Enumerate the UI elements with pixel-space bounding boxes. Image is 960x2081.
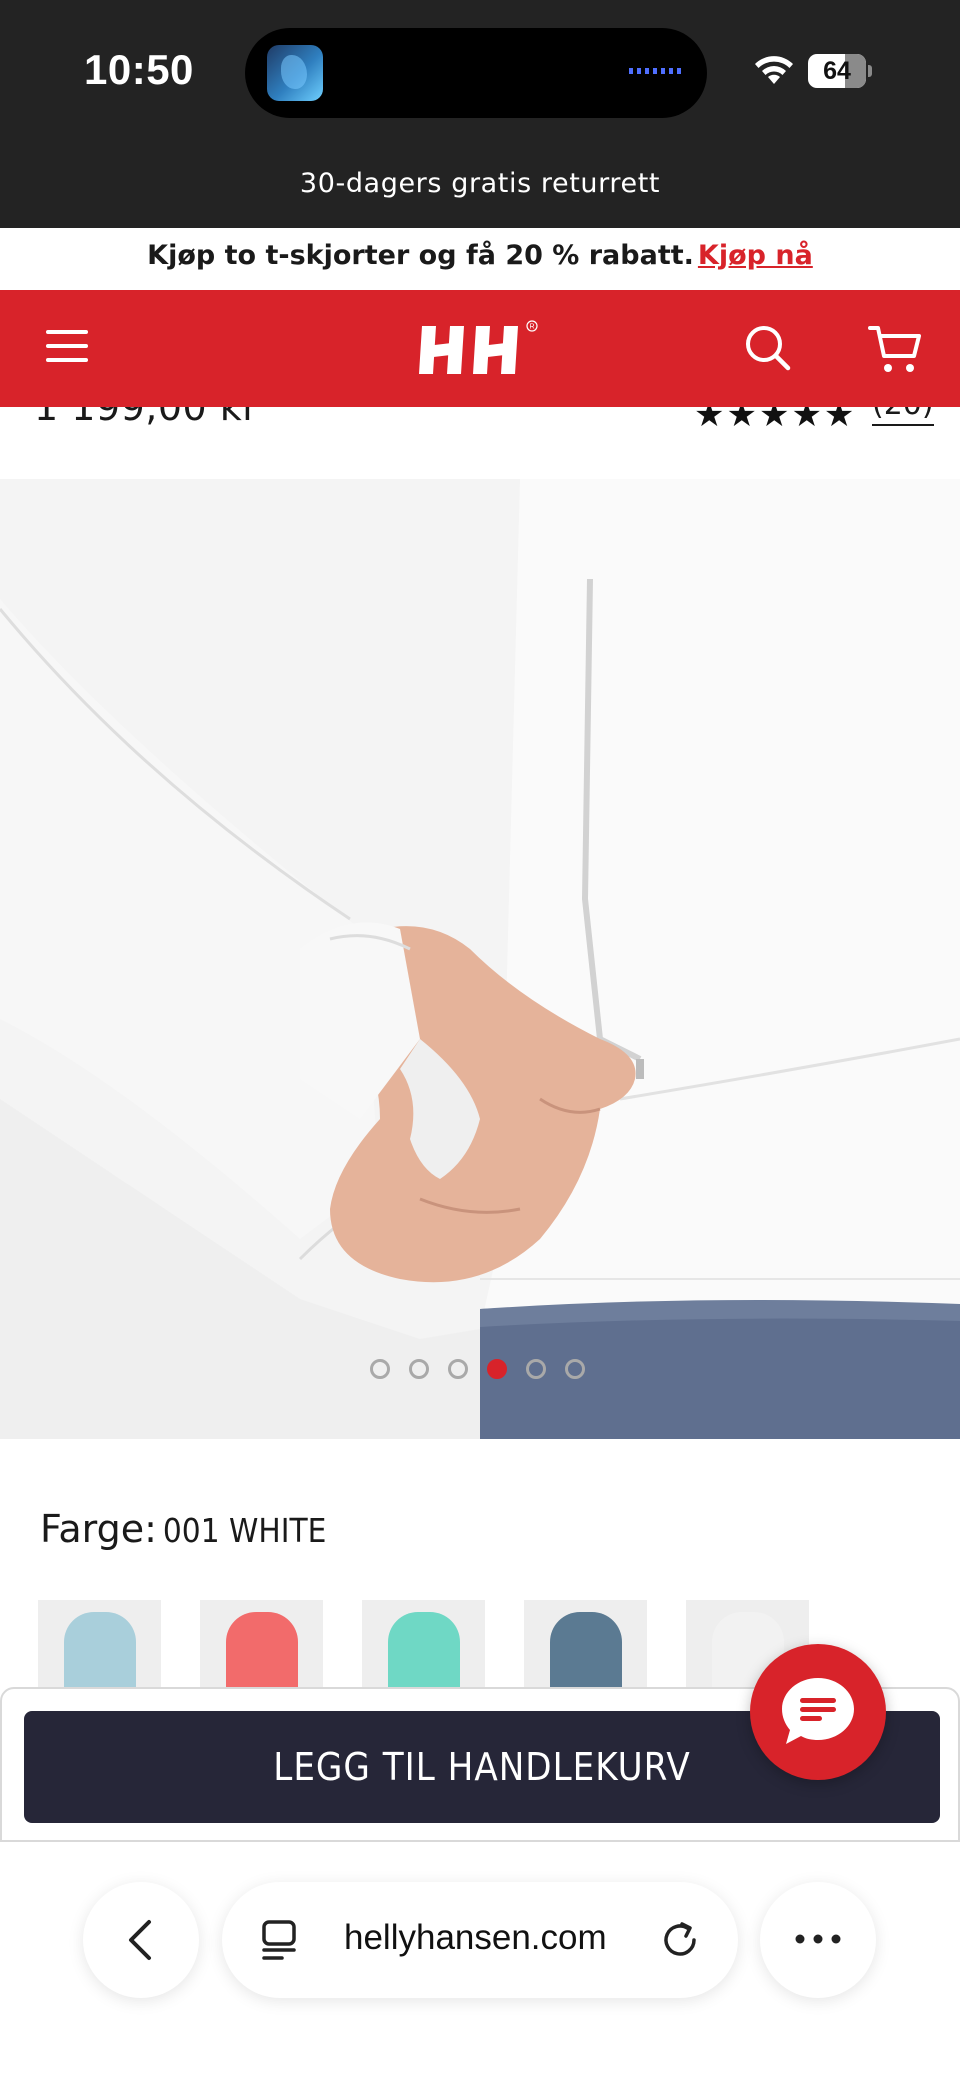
color-value: 001 WHITE <box>162 1511 327 1550</box>
browser-more-button[interactable] <box>760 1882 876 1998</box>
browser-toolbar: hellyhansen.com <box>0 1842 960 2081</box>
battery-level: 64 <box>823 57 851 85</box>
menu-icon[interactable] <box>46 326 90 370</box>
promo-text: Kjøp to t-skjorter og få 20 % rabatt. <box>147 240 694 271</box>
reload-icon[interactable] <box>658 1918 702 1962</box>
url-text: hellyhansen.com <box>344 1918 607 1957</box>
color-swatches <box>38 1600 809 1700</box>
carousel-dot[interactable] <box>565 1359 585 1379</box>
promo-link[interactable]: Kjøp nå <box>698 240 813 271</box>
chat-button[interactable] <box>750 1644 886 1780</box>
svg-text:R: R <box>529 324 534 331</box>
chat-bubble-icon <box>782 1678 854 1744</box>
carousel-dot[interactable] <box>448 1359 468 1379</box>
dynamic-island[interactable] <box>245 28 707 118</box>
chevron-left-icon <box>129 1920 151 1960</box>
color-swatch-mint[interactable] <box>362 1600 485 1700</box>
carousel-dots <box>370 1359 585 1381</box>
search-icon[interactable] <box>744 324 792 372</box>
now-playing-artwork <box>267 45 323 101</box>
carousel-dot[interactable] <box>487 1359 507 1379</box>
cart-icon[interactable] <box>868 322 922 376</box>
promo-bar: Kjøp to t-skjorter og få 20 % rabatt. Kjø… <box>0 228 960 290</box>
color-label-row: Farge: 001 WHITE <box>40 1507 326 1551</box>
review-count-link[interactable]: (20) <box>872 407 934 426</box>
more-dots-icon <box>795 1934 841 1944</box>
hh-logo[interactable]: R <box>418 318 542 382</box>
site-header: R <box>0 290 960 407</box>
carousel-dot[interactable] <box>409 1359 429 1379</box>
carousel-dot[interactable] <box>370 1359 390 1379</box>
browser-back-button[interactable] <box>83 1882 199 1998</box>
status-bar: 10:50 64 <box>0 0 960 148</box>
product-image-carousel[interactable] <box>0 479 960 1439</box>
announcement-bar: 30-dagers gratis returrett <box>0 148 960 228</box>
carousel-dot[interactable] <box>526 1359 546 1379</box>
url-bar[interactable]: hellyhansen.com <box>222 1882 738 1998</box>
color-swatch-coral[interactable] <box>200 1600 323 1700</box>
product-photo <box>0 479 960 1439</box>
color-swatch-light-blue[interactable] <box>38 1600 161 1700</box>
price-rating-row: 1 199,00 kr ★★★★★ (20) <box>0 407 960 479</box>
audio-waveform-icon <box>629 68 683 74</box>
color-label: Farge: <box>40 1507 157 1551</box>
color-swatch-slate-blue[interactable] <box>524 1600 647 1700</box>
announcement-text: 30-dagers gratis returrett <box>299 168 661 199</box>
tabs-icon <box>262 1920 296 1960</box>
status-time: 10:50 <box>84 46 194 93</box>
battery-icon: 64 <box>808 54 872 88</box>
product-price: 1 199,00 kr <box>34 407 259 429</box>
wifi-icon <box>755 56 793 84</box>
rating-stars: ★★★★★ <box>694 407 857 435</box>
